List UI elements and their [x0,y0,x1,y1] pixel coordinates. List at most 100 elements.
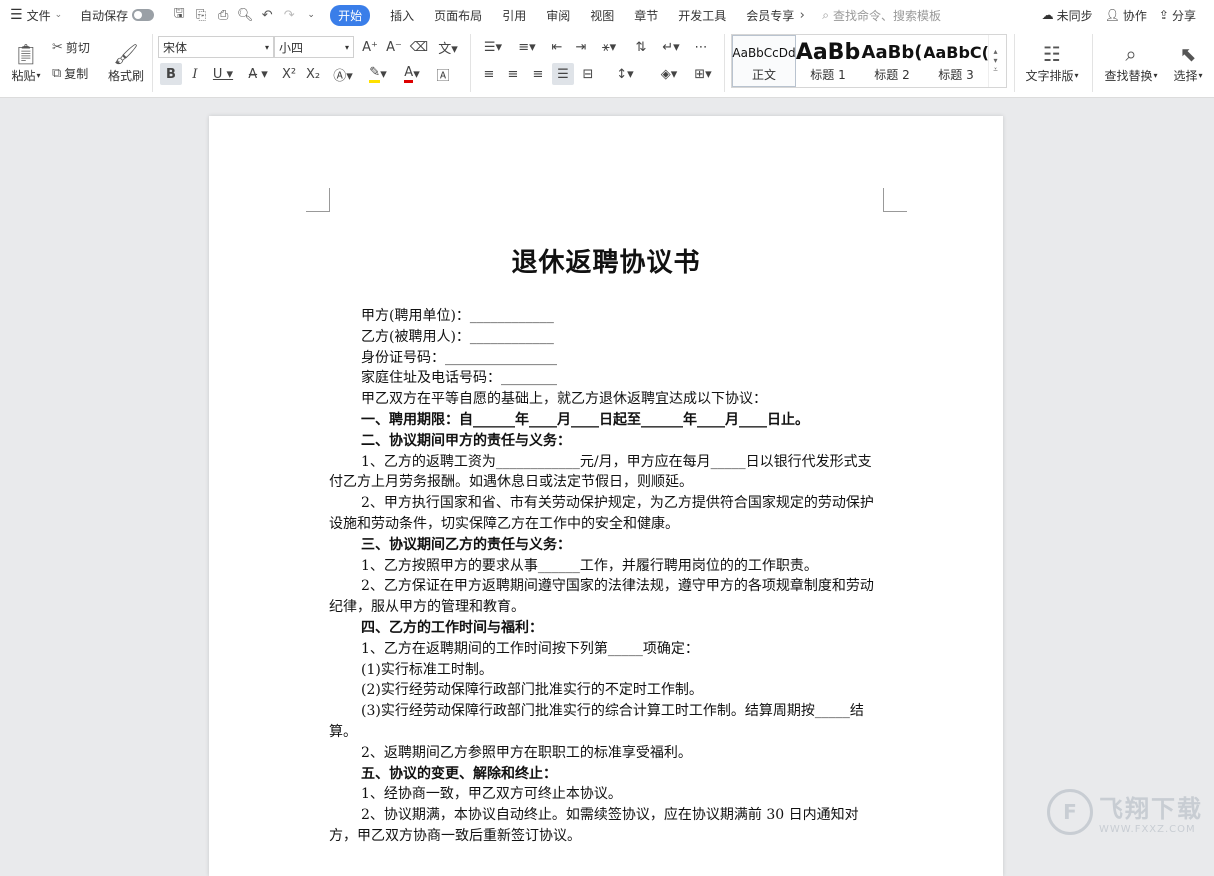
tab-developer[interactable]: 开发工具 [668,0,736,30]
align-center-icon[interactable]: ≡ [502,63,524,85]
text-layout-label: 文字排版 [1025,69,1074,83]
export-icon[interactable]: ⎘ [190,4,212,26]
document-area[interactable]: 退休返聘协议书 甲方(聘用单位)：____________ 乙方(被聘用人)：_… [0,98,1214,876]
clipboard-icon: 📋︎ [13,42,39,66]
paragraph: 甲乙双方在平等自愿的基础上，就乙方退休返聘宜达成以下协议： [361,391,767,408]
divider [152,34,153,92]
tab-chapter[interactable]: 章节 [624,0,668,30]
tab-member-label: 会员专享 [746,8,795,23]
style-heading-3-name: 标题 3 [938,67,974,82]
print-preview-icon[interactable]: 🔍︎ [234,4,256,26]
section-heading: 四、乙方的工作时间与福利： [361,619,543,636]
magnifier-icon: ⌕ [1125,42,1137,66]
show-marks-icon[interactable]: ↵▾ [656,36,686,58]
command-search[interactable]: ⌕ 查找命令、搜索模板 [822,7,941,24]
file-menu-label: 文件 [26,8,51,23]
align-left-icon[interactable]: ≡ [478,63,500,85]
watermark-url: WWW.FXXZ.COM [1099,824,1196,835]
text-layout-button[interactable]: ☷ 文字排版 ▾ [1022,34,1082,84]
tab-home[interactable]: 开始 [322,0,380,30]
text-effect-icon[interactable]: Ⓐ▾ [328,63,358,85]
styles-scroll[interactable]: ▴ ▾ ⩡ [988,35,1002,87]
table-lines-icon[interactable]: ⋯ [690,36,712,58]
shading-icon[interactable]: ◈▾ [654,63,684,85]
underline-button[interactable]: U ▾ [208,63,238,85]
superscript-button[interactable]: X² [278,63,300,85]
text-layout-icon: ☷ [1043,42,1061,66]
paragraph: 1、经协商一致，甲乙双方可终止本协议。 [361,786,622,803]
increase-font-icon[interactable]: A⁺ [359,36,381,58]
justify-icon[interactable]: ☰ [552,63,574,85]
subscript-button[interactable]: X₂ [302,63,324,85]
tab-developer-label: 开发工具 [678,8,727,23]
decrease-font-icon[interactable]: A⁻ [383,36,405,58]
print-icon[interactable]: ⎙ [212,4,234,26]
watermark-text: 飞翔下载 WWW.FXXZ.COM [1099,789,1203,835]
bold-button[interactable]: B [160,63,182,85]
find-replace-button[interactable]: ⌕ 查找替换 ▾ [1100,34,1162,84]
paragraph: 乙方(被聘用人)：____________ [361,328,554,345]
divider [1014,34,1015,92]
user-icon: 👤︎ [1104,8,1120,22]
select-button[interactable]: ⬉ 选择 ▾ [1168,34,1208,84]
paragraph: 甲方(聘用单位)：____________ [361,308,554,324]
borders-icon[interactable]: ⊞▾ [688,63,718,85]
cloud-icon: ☁ [1041,8,1054,22]
format-painter-button[interactable]: 🖌︎ 格式刷 [106,34,146,84]
document-body[interactable]: 甲方(聘用单位)：____________ 乙方(被聘用人)：_________… [329,306,883,847]
decrease-indent-icon[interactable]: ⇤ [546,36,568,58]
site-watermark: F 飞翔下载 WWW.FXXZ.COM [1047,786,1203,838]
chinese-layout-icon[interactable]: ⚹▾ [594,36,624,58]
save-icon[interactable]: 🖫 [168,4,190,26]
tab-review[interactable]: 审阅 [536,0,580,30]
tab-page-layout[interactable]: 页面布局 [424,0,492,30]
document-title: 退休返聘协议书 [511,248,701,278]
tab-references[interactable]: 引用 [492,0,536,30]
cut-button[interactable]: ✂ 剪切 [52,36,90,58]
font-color-icon[interactable]: A ▾ [397,63,427,85]
autosave-label: 自动保存 [80,8,129,23]
autosave-toggle[interactable]: 自动保存 [74,0,160,30]
tab-member[interactable]: 会员专享 [736,0,796,30]
collab-button[interactable]: 👤︎ 协作 [1099,0,1153,30]
find-replace-label: 查找替换 [1104,69,1153,83]
select-label: 选择 [1173,69,1198,83]
chevron-right-icon[interactable]: › [796,4,808,26]
tab-insert[interactable]: 插入 [380,0,424,30]
sort-icon[interactable]: ⇅ [630,36,652,58]
share-button[interactable]: ⇪ 分享 [1153,0,1202,30]
style-normal[interactable]: AaBbCcDd 正文 [732,35,796,87]
document-page[interactable]: 退休返聘协议书 甲方(聘用单位)：____________ 乙方(被聘用人)：_… [209,116,1003,876]
increase-indent-icon[interactable]: ⇥ [570,36,592,58]
undo-icon[interactable]: ↶ [256,4,278,26]
clear-format-icon[interactable]: ⌫ [408,36,430,58]
paragraph: (1)实行标准工时制。 [361,661,493,678]
style-heading-1[interactable]: AaBb 标题 1 [796,35,860,87]
watermark-brand: 飞翔下载 [1099,795,1203,823]
numbered-list-icon[interactable]: ≡▾ [512,36,542,58]
phonetic-icon[interactable]: 文▾ [434,36,462,58]
line-spacing-icon[interactable]: ↕▾ [610,63,640,85]
tab-view[interactable]: 视图 [580,0,624,30]
italic-button[interactable]: I [184,63,206,85]
sync-button[interactable]: ☁ 未同步 [1036,0,1099,30]
chevron-down-icon: ▾ [36,71,41,80]
redo-icon[interactable]: ↷ [278,4,300,26]
paste-button[interactable]: 📋︎ 粘贴 ▾ [8,34,44,84]
strikethrough-button[interactable]: A̶ ▾ [243,63,273,85]
distributed-icon[interactable]: ⊟ [577,63,599,85]
menu-icon: ☰ [10,7,23,23]
font-name-select[interactable]: 宋体 ▾ [158,36,274,58]
copy-button[interactable]: ⧉ 复制 [52,62,88,84]
chevron-down-icon: ▾ [264,42,269,52]
file-menu[interactable]: ☰ 文件 ⌄ [0,0,68,30]
customize-chevron-icon[interactable]: ⌄ [300,4,322,26]
command-search-placeholder: 查找命令、搜索模板 [833,8,942,23]
font-size-select[interactable]: 小四 ▾ [274,36,354,58]
char-border-icon[interactable]: 🄰 [432,63,454,85]
style-heading-2[interactable]: AaBb( 标题 2 [860,35,924,87]
highlight-icon[interactable]: ✎ ▾ [363,63,393,85]
style-heading-3[interactable]: AaBbC( 标题 3 [924,35,988,87]
bullet-list-icon[interactable]: ☰▾ [478,36,508,58]
align-right-icon[interactable]: ≡ [527,63,549,85]
